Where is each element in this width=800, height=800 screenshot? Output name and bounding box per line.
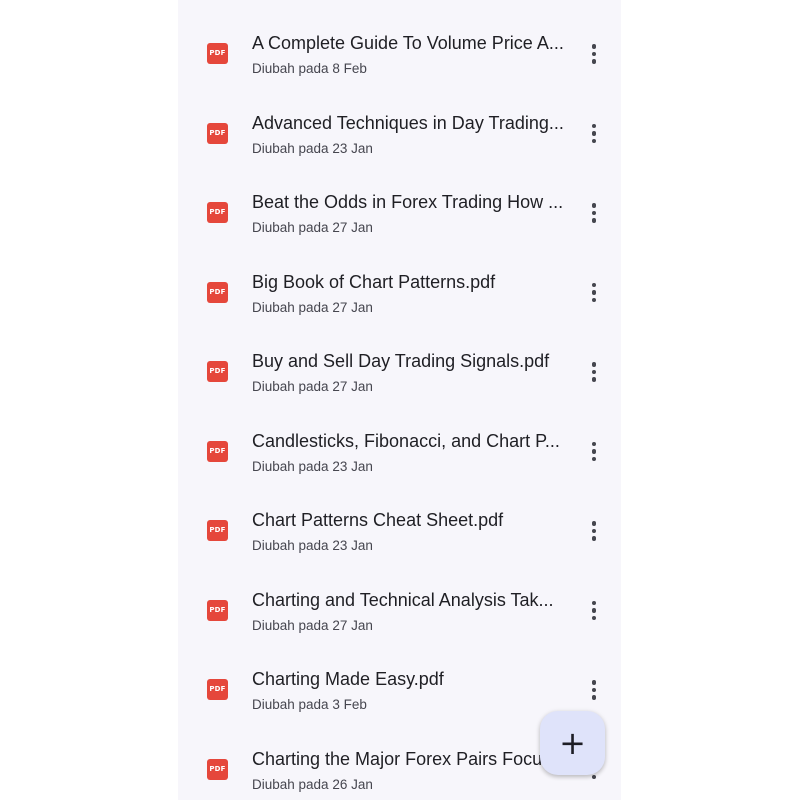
more-options-button[interactable] <box>582 519 606 543</box>
more-vertical-icon-dot <box>591 695 597 700</box>
more-vertical-icon-dot <box>591 138 597 144</box>
more-options-button[interactable] <box>582 678 606 702</box>
pdf-icon: PDF <box>207 361 228 382</box>
more-vertical-icon-dot <box>591 536 597 541</box>
more-vertical-icon-dot <box>591 377 597 382</box>
more-vertical-icon-dot <box>591 608 597 613</box>
more-vertical-icon-dot <box>591 203 597 208</box>
file-modified-date: Diubah pada 23 Jan <box>252 458 373 474</box>
file-modified-date: Diubah pada 27 Jan <box>252 617 373 633</box>
file-name: A Complete Guide To Volume Price A... <box>252 33 564 53</box>
more-vertical-icon-dot <box>591 59 597 64</box>
more-options-button[interactable] <box>582 360 606 384</box>
file-modified-date: Diubah pada 27 Jan <box>252 379 373 394</box>
plus-icon: + <box>559 724 586 762</box>
pdf-icon: PDF <box>207 758 228 780</box>
file-row[interactable]: PDF Chart Patterns Cheat Sheet.pdf Diubah … <box>178 491 621 571</box>
file-name: Candlesticks, Fibonacci, and Chart P... <box>252 430 560 451</box>
file-row[interactable]: PDF Big Book of Chart Patterns.pdf Diubah … <box>178 253 621 333</box>
file-row[interactable]: PDF Charting and Technical Analysis Tak..… <box>178 571 621 651</box>
more-vertical-icon-dot <box>591 774 597 780</box>
more-vertical-icon-dot <box>591 369 597 375</box>
file-modified-date: Diubah pada 26 Jan <box>252 776 373 792</box>
drive-file-list-screen: PDF A Complete Guide To Volume Price A...… <box>178 0 621 800</box>
more-vertical-icon-dot <box>591 51 597 57</box>
file-row[interactable]: PDF Candlesticks, Fibonacci, and Chart P.… <box>178 412 621 492</box>
file-modified-date: Diubah pada 8 Feb <box>252 61 367 76</box>
file-row[interactable]: PDF Buy and Sell Day Trading Signals.pdf D… <box>178 332 621 412</box>
pdf-icon: PDF <box>207 43 228 64</box>
new-file-fab[interactable]: + <box>540 711 605 775</box>
more-vertical-icon-dot <box>591 44 597 49</box>
file-modified-date: Diubah pada 23 Jan <box>252 140 373 156</box>
file-name: Charting Made Easy.pdf <box>252 669 444 689</box>
pdf-icon: PDF <box>207 122 228 144</box>
file-name: Charting the Major Forex Pairs Focu <box>252 748 543 769</box>
file-modified-date: Diubah pada 3 Feb <box>252 697 367 712</box>
more-vertical-icon-dot <box>591 441 597 447</box>
more-vertical-icon-dot <box>591 680 597 685</box>
pdf-icon: PDF <box>207 599 228 621</box>
file-row[interactable]: PDF A Complete Guide To Volume Price A...… <box>178 14 621 94</box>
file-name: Chart Patterns Cheat Sheet.pdf <box>252 510 504 530</box>
pdf-icon: PDF <box>207 679 228 700</box>
more-vertical-icon-dot <box>591 297 597 303</box>
more-vertical-icon-dot <box>591 687 597 693</box>
more-vertical-icon-dot <box>591 210 597 216</box>
more-vertical-icon-dot <box>591 282 597 288</box>
file-name: Charting and Technical Analysis Tak... <box>252 589 554 610</box>
more-options-button[interactable] <box>582 440 606 464</box>
more-vertical-icon-dot <box>591 290 597 295</box>
more-vertical-icon-dot <box>591 615 597 621</box>
more-options-button[interactable] <box>582 599 606 623</box>
more-vertical-icon-dot <box>591 218 597 223</box>
more-vertical-icon-dot <box>591 456 597 462</box>
pdf-icon: PDF <box>207 520 228 541</box>
file-name: Big Book of Chart Patterns.pdf <box>252 271 496 292</box>
file-name: Buy and Sell Day Trading Signals.pdf <box>252 351 550 371</box>
more-vertical-icon-dot <box>591 123 597 129</box>
more-options-button[interactable] <box>582 201 606 225</box>
file-row[interactable]: PDF Beat the Odds in Forex Trading How ..… <box>178 173 621 253</box>
file-row[interactable]: PDF Advanced Techniques in Day Trading...… <box>178 94 621 174</box>
more-vertical-icon-dot <box>591 600 597 606</box>
pdf-icon: PDF <box>207 281 228 303</box>
more-vertical-icon-dot <box>591 528 597 534</box>
file-name: Advanced Techniques in Day Trading... <box>252 112 564 133</box>
file-modified-date: Diubah pada 23 Jan <box>252 538 373 553</box>
more-options-button[interactable] <box>582 122 606 146</box>
file-modified-date: Diubah pada 27 Jan <box>252 220 373 235</box>
more-options-button[interactable] <box>582 42 606 66</box>
file-name: Beat the Odds in Forex Trading How ... <box>252 192 564 212</box>
file-modified-date: Diubah pada 27 Jan <box>252 299 373 315</box>
more-vertical-icon-dot <box>591 449 597 454</box>
more-vertical-icon-dot <box>591 362 597 367</box>
more-options-button[interactable] <box>582 281 606 305</box>
pdf-icon: PDF <box>207 202 228 223</box>
pdf-icon: PDF <box>207 440 228 462</box>
more-vertical-icon-dot <box>591 521 597 526</box>
more-vertical-icon-dot <box>591 131 597 136</box>
